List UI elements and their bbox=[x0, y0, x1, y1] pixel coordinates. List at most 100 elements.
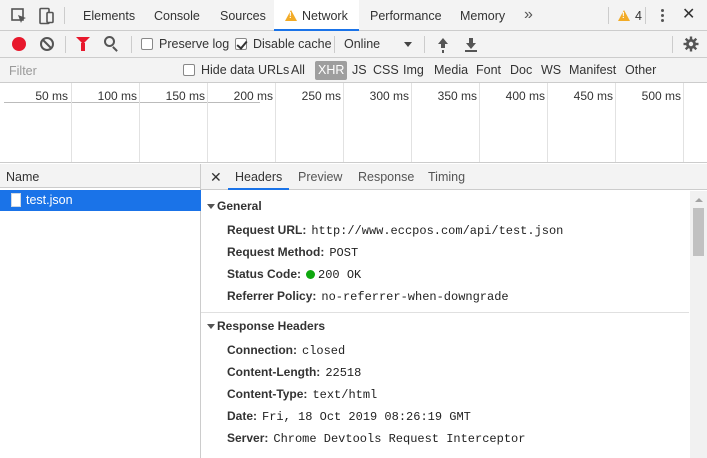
search-icon[interactable] bbox=[104, 36, 115, 47]
export-har-icon[interactable] bbox=[465, 36, 477, 52]
toolbar-divider bbox=[608, 7, 609, 24]
tab-sources[interactable]: Sources bbox=[208, 0, 278, 30]
header-row: Content-Length: 22518 bbox=[227, 361, 361, 383]
filter-bar: Hide data URLs All XHR JS CSS Img Media … bbox=[0, 58, 707, 83]
record-icon[interactable] bbox=[12, 37, 26, 51]
type-filter-css[interactable]: CSS bbox=[370, 61, 402, 80]
timeline-tick-label: 450 ms bbox=[573, 89, 613, 103]
header-row: Status Code: 200 OK bbox=[227, 263, 361, 285]
close-details-button[interactable]: ✕ bbox=[210, 167, 222, 187]
tab-label: Performance bbox=[370, 9, 442, 23]
type-filter-all[interactable]: All bbox=[288, 61, 308, 80]
scrollbar-thumb[interactable] bbox=[693, 208, 704, 256]
throttling-select[interactable]: Online bbox=[344, 31, 380, 58]
warning-count: 4 bbox=[635, 9, 642, 23]
timeline-gridline bbox=[547, 83, 548, 162]
tab-preview[interactable]: Preview bbox=[291, 164, 349, 190]
disable-cache-checkbox[interactable] bbox=[235, 38, 247, 50]
type-filter-js[interactable]: JS bbox=[349, 61, 370, 80]
device-toolbar-icon[interactable] bbox=[37, 7, 55, 25]
header-row: Date: Fri, 18 Oct 2019 08:26:19 GMT bbox=[227, 405, 471, 427]
header-key: Request Method: bbox=[227, 245, 325, 259]
tab-label: Sources bbox=[220, 9, 266, 23]
preserve-log-checkbox[interactable] bbox=[141, 38, 153, 50]
type-filter-font[interactable]: Font bbox=[473, 61, 504, 80]
tab-performance[interactable]: Performance bbox=[359, 0, 453, 30]
type-filter-img[interactable]: Img bbox=[400, 61, 427, 80]
filter-input[interactable] bbox=[4, 61, 172, 80]
warnings-counter-button[interactable]: 4 bbox=[618, 0, 642, 30]
timeline-tick-label: 300 ms bbox=[369, 89, 409, 103]
toolbar-divider bbox=[672, 36, 673, 53]
header-key: Request URL: bbox=[227, 223, 307, 237]
tab-elements[interactable]: Elements bbox=[71, 0, 147, 30]
tab-memory[interactable]: Memory bbox=[449, 0, 516, 30]
section-divider bbox=[201, 312, 689, 313]
header-key: Connection: bbox=[227, 343, 297, 357]
import-har-icon[interactable] bbox=[437, 36, 449, 52]
toolbar-divider bbox=[64, 7, 65, 24]
header-row: Server: Chrome Devtools Request Intercept… bbox=[227, 427, 525, 449]
tab-label: Elements bbox=[83, 9, 136, 23]
tab-label: Network bbox=[302, 9, 348, 23]
header-key: Server: bbox=[227, 431, 269, 445]
more-options-icon[interactable] bbox=[655, 8, 669, 24]
timeline-tick-label: 100 ms bbox=[97, 89, 137, 103]
tab-timing[interactable]: Timing bbox=[421, 164, 472, 190]
warning-icon bbox=[285, 10, 297, 21]
timeline-overview[interactable]: 50 ms 100 ms 150 ms 200 ms 250 ms 300 ms… bbox=[0, 83, 707, 163]
gear-icon[interactable] bbox=[683, 36, 699, 52]
response-headers-section-header[interactable]: Response Headers bbox=[201, 315, 689, 337]
type-filter-other[interactable]: Other bbox=[622, 61, 659, 80]
timeline-gridline bbox=[343, 83, 344, 162]
type-filter-doc[interactable]: Doc bbox=[507, 61, 535, 80]
header-value: http://www.eccpos.com/api/test.json bbox=[311, 224, 564, 238]
scroll-up-arrow-icon[interactable] bbox=[695, 198, 703, 202]
header-value: Chrome Devtools Request Interceptor bbox=[273, 432, 526, 446]
tab-headers[interactable]: Headers bbox=[228, 164, 290, 190]
type-filter-xhr[interactable]: XHR bbox=[315, 61, 348, 80]
tab-network[interactable]: Network bbox=[274, 0, 359, 31]
close-devtools-button[interactable]: ✕ bbox=[682, 4, 695, 26]
more-tabs-button[interactable]: » bbox=[524, 0, 533, 30]
toolbar-divider bbox=[424, 36, 425, 53]
filter-icon[interactable] bbox=[76, 37, 90, 51]
type-filter-manifest[interactable]: Manifest bbox=[566, 61, 619, 80]
timeline-tick-label: 250 ms bbox=[301, 89, 341, 103]
header-row: Content-Type: text/html bbox=[227, 383, 377, 405]
network-toolbar: Preserve log Disable cache Online bbox=[0, 31, 707, 58]
header-value: Fri, 18 Oct 2019 08:26:19 GMT bbox=[262, 410, 471, 424]
details-scrollbar[interactable] bbox=[690, 191, 707, 458]
general-section-header[interactable]: General bbox=[201, 195, 689, 217]
tab-response[interactable]: Response bbox=[351, 164, 421, 190]
tab-console[interactable]: Console bbox=[142, 0, 212, 30]
timeline-gridline bbox=[683, 83, 684, 162]
chevron-down-icon[interactable] bbox=[404, 42, 412, 47]
timeline-gridline bbox=[615, 83, 616, 162]
type-filter-ws[interactable]: WS bbox=[538, 61, 564, 80]
header-key: Content-Length: bbox=[227, 365, 321, 379]
toolbar-divider bbox=[65, 36, 66, 53]
type-filter-media[interactable]: Media bbox=[431, 61, 471, 80]
header-value: closed bbox=[302, 344, 346, 358]
header-value: 22518 bbox=[325, 366, 362, 380]
inspect-element-icon[interactable] bbox=[10, 7, 28, 25]
header-row: Connection: closed bbox=[227, 339, 345, 361]
details-tabbar: ✕ Headers Preview Response Timing bbox=[201, 164, 707, 190]
hide-data-urls-checkbox[interactable] bbox=[183, 64, 195, 76]
header-key: Status Code: bbox=[227, 267, 302, 281]
timeline-tick-label: 150 ms bbox=[165, 89, 205, 103]
timeline-gridline bbox=[479, 83, 480, 162]
clear-icon[interactable] bbox=[40, 37, 54, 51]
preserve-log-label: Preserve log bbox=[159, 37, 230, 51]
disable-cache-label: Disable cache bbox=[253, 37, 332, 51]
name-column-header[interactable]: Name bbox=[0, 164, 200, 188]
header-value: POST bbox=[329, 246, 359, 260]
request-details-panel: ✕ Headers Preview Response Timing Genera… bbox=[201, 164, 707, 458]
document-icon bbox=[11, 193, 21, 207]
request-row[interactable]: test.json bbox=[0, 190, 201, 211]
timeline-tick-label: 400 ms bbox=[505, 89, 545, 103]
timeline-tick-label: 500 ms bbox=[641, 89, 681, 103]
timeline-tick-label: 200 ms bbox=[233, 89, 273, 103]
timeline-gridline bbox=[275, 83, 276, 162]
